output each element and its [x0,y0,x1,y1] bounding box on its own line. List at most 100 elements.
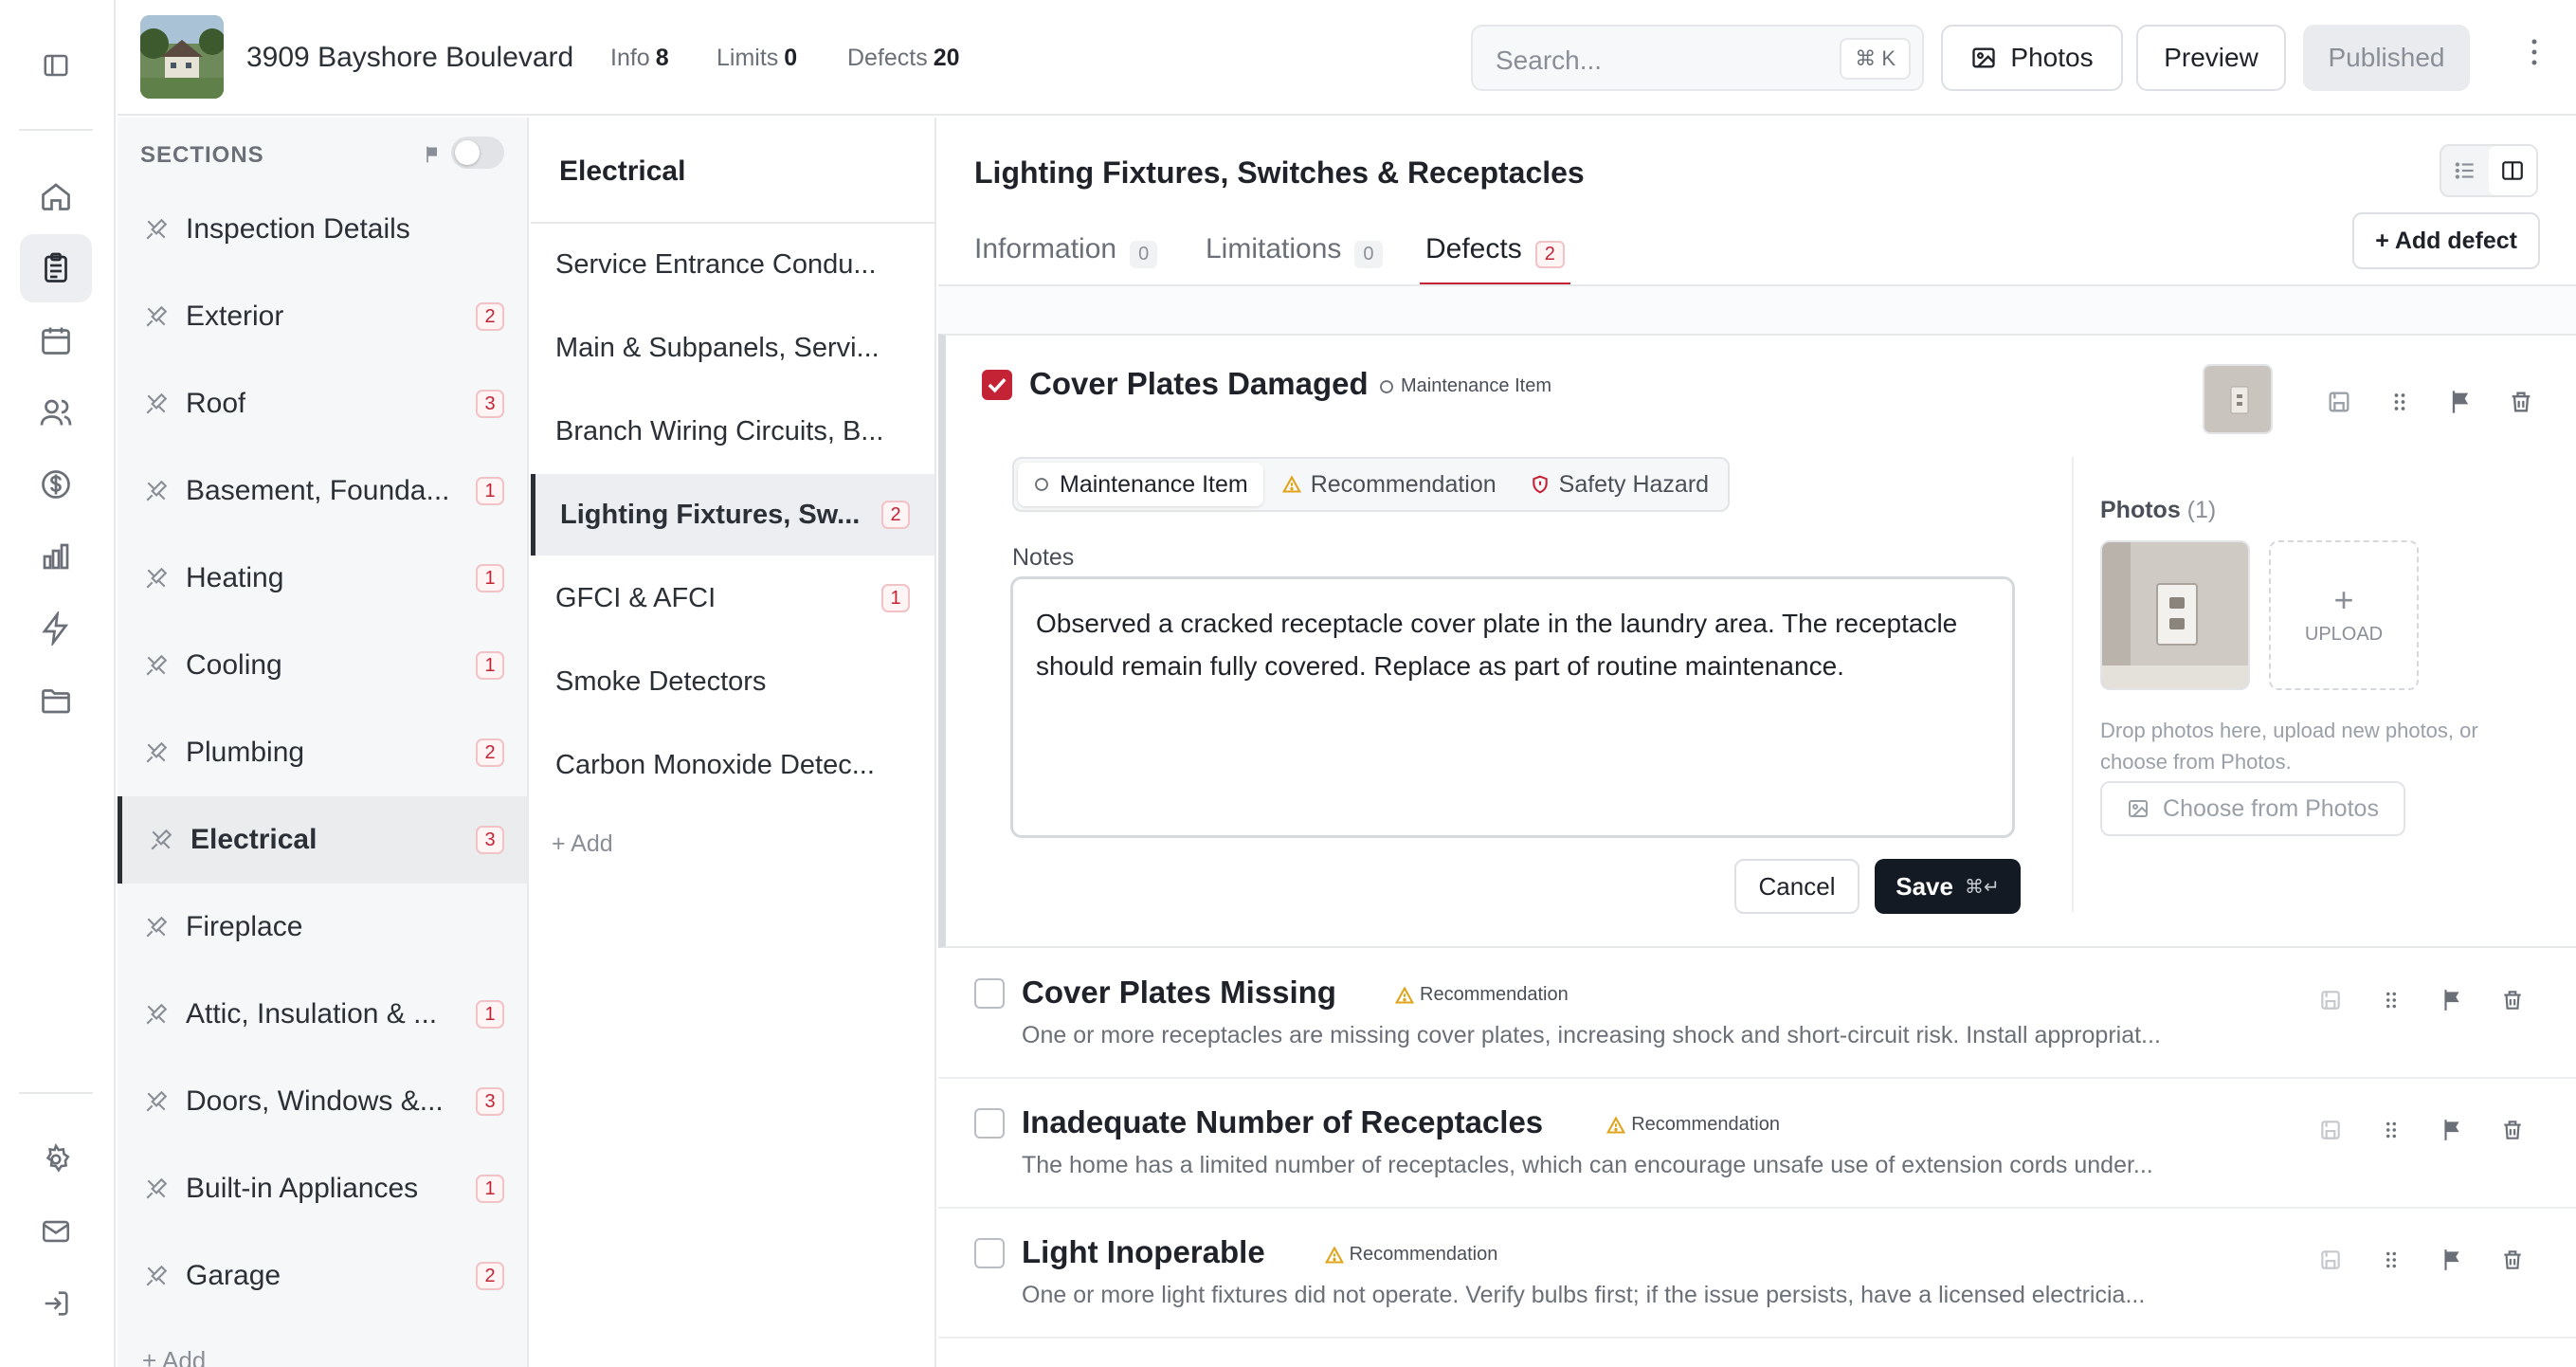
defect-photo-thumbnail[interactable] [2203,364,2273,434]
tools-icon [149,828,173,852]
subsection-item[interactable]: Main & Subpanels, Servi... [531,307,934,389]
drag-handle-icon[interactable] [2386,389,2413,415]
warning-icon [1324,1245,1344,1265]
defect-row[interactable]: Light Inoperable Recommendation One or mor… [938,1210,2576,1339]
delete-icon[interactable] [2508,389,2534,415]
add-section-button[interactable]: + Add [142,1346,206,1367]
save-button[interactable]: Save ⌘↵ [1875,859,2021,914]
sections-heading: SECTIONS [140,142,264,168]
section-label: Electrical [190,824,317,855]
section-item[interactable]: Doors, Windows &... 3 [118,1058,527,1145]
section-item[interactable]: Cooling 1 [118,622,527,709]
defect-row[interactable]: Inadequate Number of Receptacles Recommen… [938,1080,2576,1209]
tools-icon [144,653,169,678]
subsection-item[interactable]: Branch Wiring Circuits, B... [531,391,934,472]
section-item[interactable]: Fireplace [118,884,527,971]
subsection-item[interactable]: Lighting Fixtures, Sw... 2 [531,474,934,556]
delete-icon[interactable] [2500,1118,2525,1142]
choose-from-photos-button[interactable]: Choose from Photos [2100,781,2405,836]
defect-title[interactable]: Cover Plates Missing [1022,975,1336,1011]
tab-defects[interactable]: Defects 2 [1420,233,1570,286]
severity-safety-option[interactable]: Safety Hazard [1515,463,1724,506]
subsection-item[interactable]: Smoke Detectors [531,641,934,722]
delete-icon[interactable] [2500,1248,2525,1272]
cancel-button[interactable]: Cancel [1734,859,1859,914]
flag-icon[interactable] [2440,1118,2464,1142]
drag-handle-icon[interactable] [2379,988,2404,1012]
published-button[interactable]: Published [2303,25,2470,91]
delete-icon[interactable] [2500,988,2525,1012]
section-item[interactable]: Attic, Insulation & ... 1 [118,971,527,1058]
tab-limitations[interactable]: Limitations 0 [1206,233,1383,286]
section-label: Doors, Windows &... [186,1085,444,1117]
search-input[interactable]: Search... ⌘ K [1471,25,1924,91]
subsection-item[interactable]: Service Entrance Condu... [531,224,934,305]
severity-maintenance-option[interactable]: Maintenance Item [1018,463,1263,506]
severity-recommendation-option[interactable]: Recommendation [1267,463,1512,506]
save-template-icon[interactable] [2318,1118,2343,1142]
defect-count-badge: 2 [476,1262,504,1290]
bar-chart-icon[interactable] [20,522,92,591]
more-menu-icon[interactable] [2531,38,2538,66]
calendar-icon[interactable] [20,306,92,374]
upload-dropzone[interactable]: + UPLOAD [2269,540,2419,690]
subsection-label: Branch Wiring Circuits, B... [555,415,884,447]
defect-checkbox[interactable] [974,978,1005,1009]
defect-title[interactable]: Inadequate Number of Receptacles [1022,1104,1543,1140]
add-subsection-button[interactable]: + Add [552,830,613,858]
tab-information[interactable]: Information 0 [974,233,1158,286]
tools-icon [144,479,169,503]
defect-title[interactable]: Light Inoperable [1022,1234,1265,1270]
drop-hint: Drop photos here, upload new photos, or … [2100,719,2478,774]
bolt-icon[interactable] [20,594,92,663]
preview-button[interactable]: Preview [2136,25,2286,91]
section-item[interactable]: Inspection Details [118,186,527,273]
subsection-item[interactable]: GFCI & AFCI 1 [531,557,934,639]
save-template-icon[interactable] [2318,988,2343,1012]
photos-button[interactable]: Photos [1941,25,2123,91]
flag-icon[interactable] [2440,1248,2464,1272]
settings-icon[interactable] [20,1125,92,1194]
logout-icon[interactable] [20,1269,92,1338]
folder-icon[interactable] [20,666,92,735]
severity-tag: Recommendation [1606,1114,1780,1136]
save-template-icon[interactable] [2318,1248,2343,1272]
section-item[interactable]: Electrical 3 [118,796,527,884]
view-toggle[interactable] [2440,144,2538,197]
clipboard-icon[interactable] [20,234,92,302]
defect-checkbox[interactable] [974,1238,1005,1268]
save-template-icon[interactable] [2326,389,2352,415]
drag-handle-icon[interactable] [2379,1248,2404,1272]
plus-icon: + [2333,579,2354,619]
section-item[interactable]: Plumbing 2 [118,709,527,796]
users-icon[interactable] [20,378,92,447]
flag-icon[interactable] [2440,988,2464,1012]
section-item[interactable]: Basement, Founda... 1 [118,447,527,535]
sidebar-toggle-icon[interactable] [20,31,92,100]
add-defect-button[interactable]: + Add defect [2352,212,2540,269]
flag-icon[interactable] [2447,389,2474,415]
flag-filter-toggle[interactable] [451,137,504,169]
defect-row[interactable]: Cover Plates Missing Recommendation One or… [938,950,2576,1079]
defect-photo[interactable] [2100,540,2250,690]
defect-count-badge: 2 [881,501,910,529]
defect-checkbox[interactable] [982,370,1012,400]
drag-handle-icon[interactable] [2379,1118,2404,1142]
section-label: Basement, Founda... [186,475,450,506]
defect-checkbox[interactable] [974,1108,1005,1139]
split-view-icon[interactable] [2489,146,2536,195]
defect-count-badge: 1 [881,584,910,612]
dollar-icon[interactable] [20,450,92,519]
section-item[interactable]: Exterior 2 [118,273,527,360]
defect-title[interactable]: Cover Plates Damaged [1029,366,1369,402]
mail-icon[interactable] [20,1197,92,1266]
list-view-icon[interactable] [2441,146,2489,195]
section-item[interactable]: Built-in Appliances 1 [118,1145,527,1232]
property-thumbnail[interactable] [140,15,224,99]
home-icon[interactable] [20,162,92,230]
subsection-item[interactable]: Carbon Monoxide Detec... [531,724,934,806]
section-item[interactable]: Garage 2 [118,1232,527,1320]
notes-textarea[interactable]: Observed a cracked receptacle cover plat… [1010,576,2015,838]
section-item[interactable]: Roof 3 [118,360,527,447]
section-item[interactable]: Heating 1 [118,535,527,622]
